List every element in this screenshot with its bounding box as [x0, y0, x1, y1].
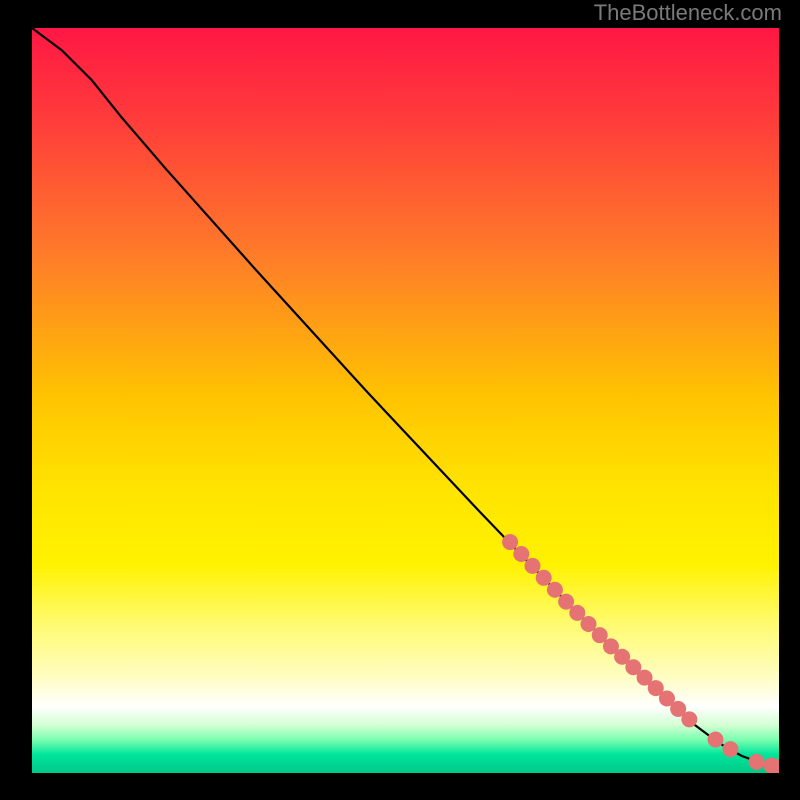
highlight-dot	[547, 582, 563, 598]
highlight-dot	[513, 546, 529, 562]
highlight-dot	[681, 711, 697, 727]
highlight-dot	[749, 754, 765, 770]
highlight-dot	[722, 741, 738, 757]
highlight-dot	[536, 570, 552, 586]
highlight-dot	[502, 534, 518, 550]
highlight-dot	[708, 731, 724, 747]
highlight-dots-group	[502, 534, 779, 773]
main-curve	[32, 28, 779, 767]
highlight-dot	[524, 558, 540, 574]
chart-overlay	[32, 28, 779, 773]
watermark-text: TheBottleneck.com	[594, 0, 782, 26]
